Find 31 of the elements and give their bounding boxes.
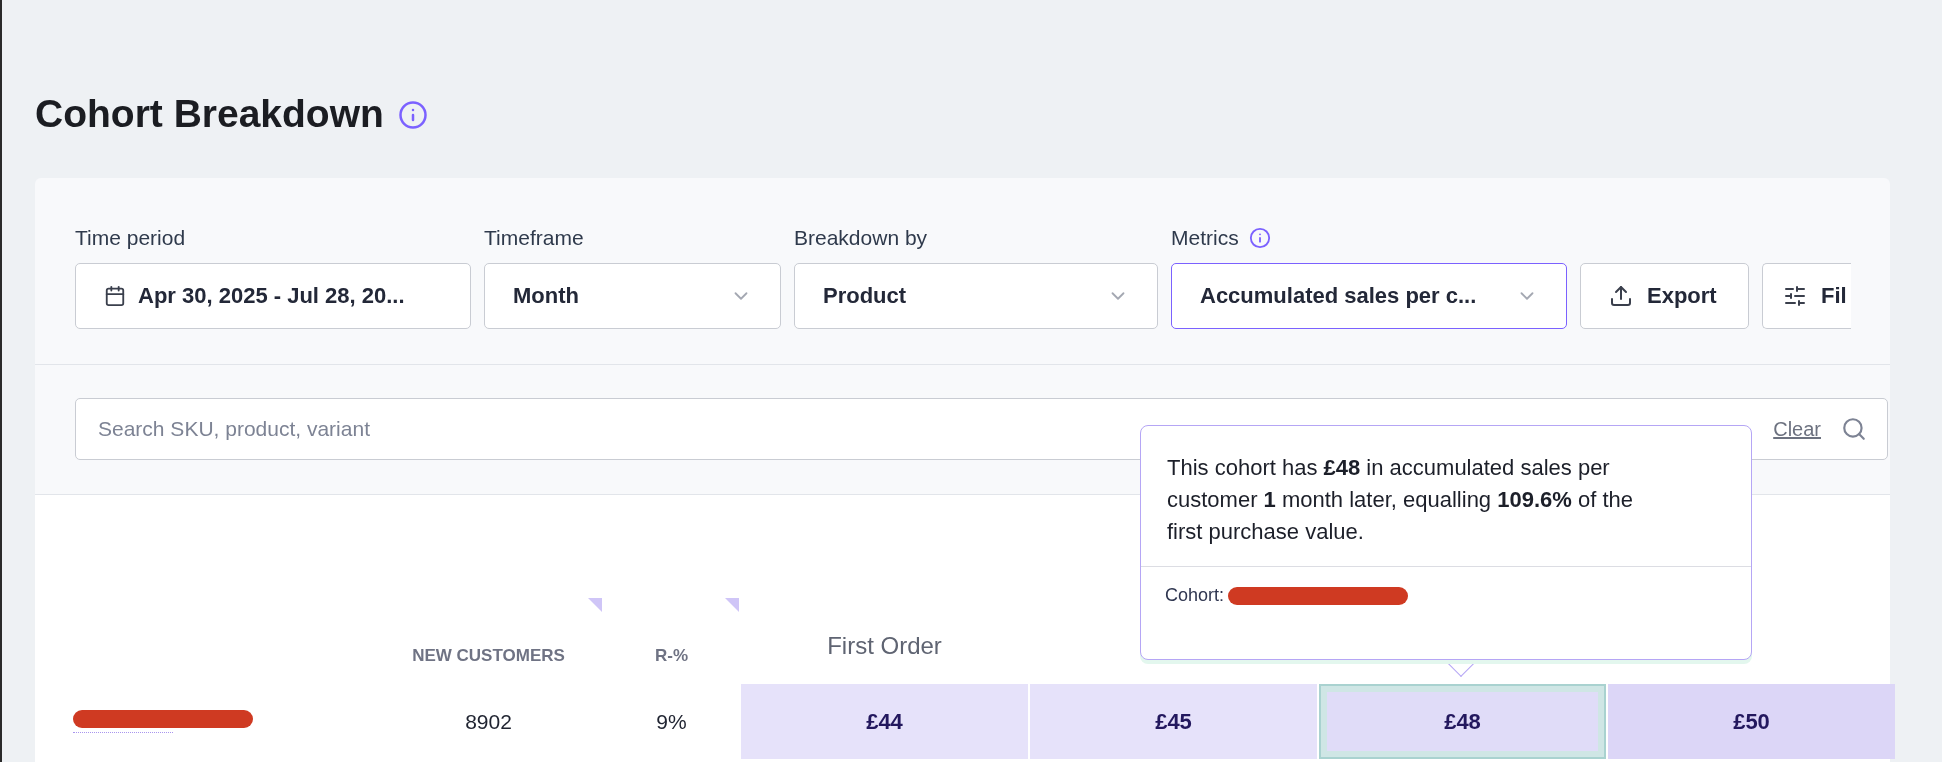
column-header[interactable]: NEW CUSTOMERS [412,646,565,666]
dropdown[interactable]: Month [484,263,781,329]
table-cell: 8902 [465,709,512,734]
sliders-icon [1783,284,1807,308]
dropdown[interactable]: Accumulated sales per c... [1171,263,1567,329]
corner-marker-icon [588,598,602,612]
dropdown[interactable]: Product [794,263,1158,329]
heatmap-cell[interactable]: £45 [1030,684,1317,759]
column-header[interactable]: R-% [654,646,689,666]
column-header: First Order [827,632,942,661]
heatmap-cell[interactable]: £50 [1608,684,1895,759]
upload-icon [1609,284,1633,308]
filter-label: Metrics [1171,226,1239,250]
filter-label: Time period [75,226,186,250]
heatmap-cell[interactable]: £44 [741,684,1028,759]
table-cell: 9% [656,709,687,734]
heatmap-cell[interactable]: £48 [1319,684,1606,759]
tooltip-text: This cohort has £48 in accumulated sales per customer 1 month later, equalling 109.6% of the first purchase value. [1141,426,1751,567]
filter-label: Timeframe [484,226,584,250]
cohort-label: Cohort: [1165,585,1225,606]
corner-marker-icon [725,598,739,612]
page-title: Cohort Breakdown [35,92,384,136]
calendar-icon [104,285,126,307]
date-range-picker[interactable]: Apr 30, 2025 - Jul 28, 20... [75,263,471,329]
info-icon[interactable] [397,100,428,130]
filter-label: Breakdown by [794,226,928,250]
filter-button[interactable]: Fil [1762,263,1851,329]
info-icon[interactable] [1248,227,1271,249]
clear-link[interactable]: Clear [1773,417,1821,441]
export-button[interactable]: Export [1580,263,1749,329]
search-icon[interactable] [1841,416,1867,442]
